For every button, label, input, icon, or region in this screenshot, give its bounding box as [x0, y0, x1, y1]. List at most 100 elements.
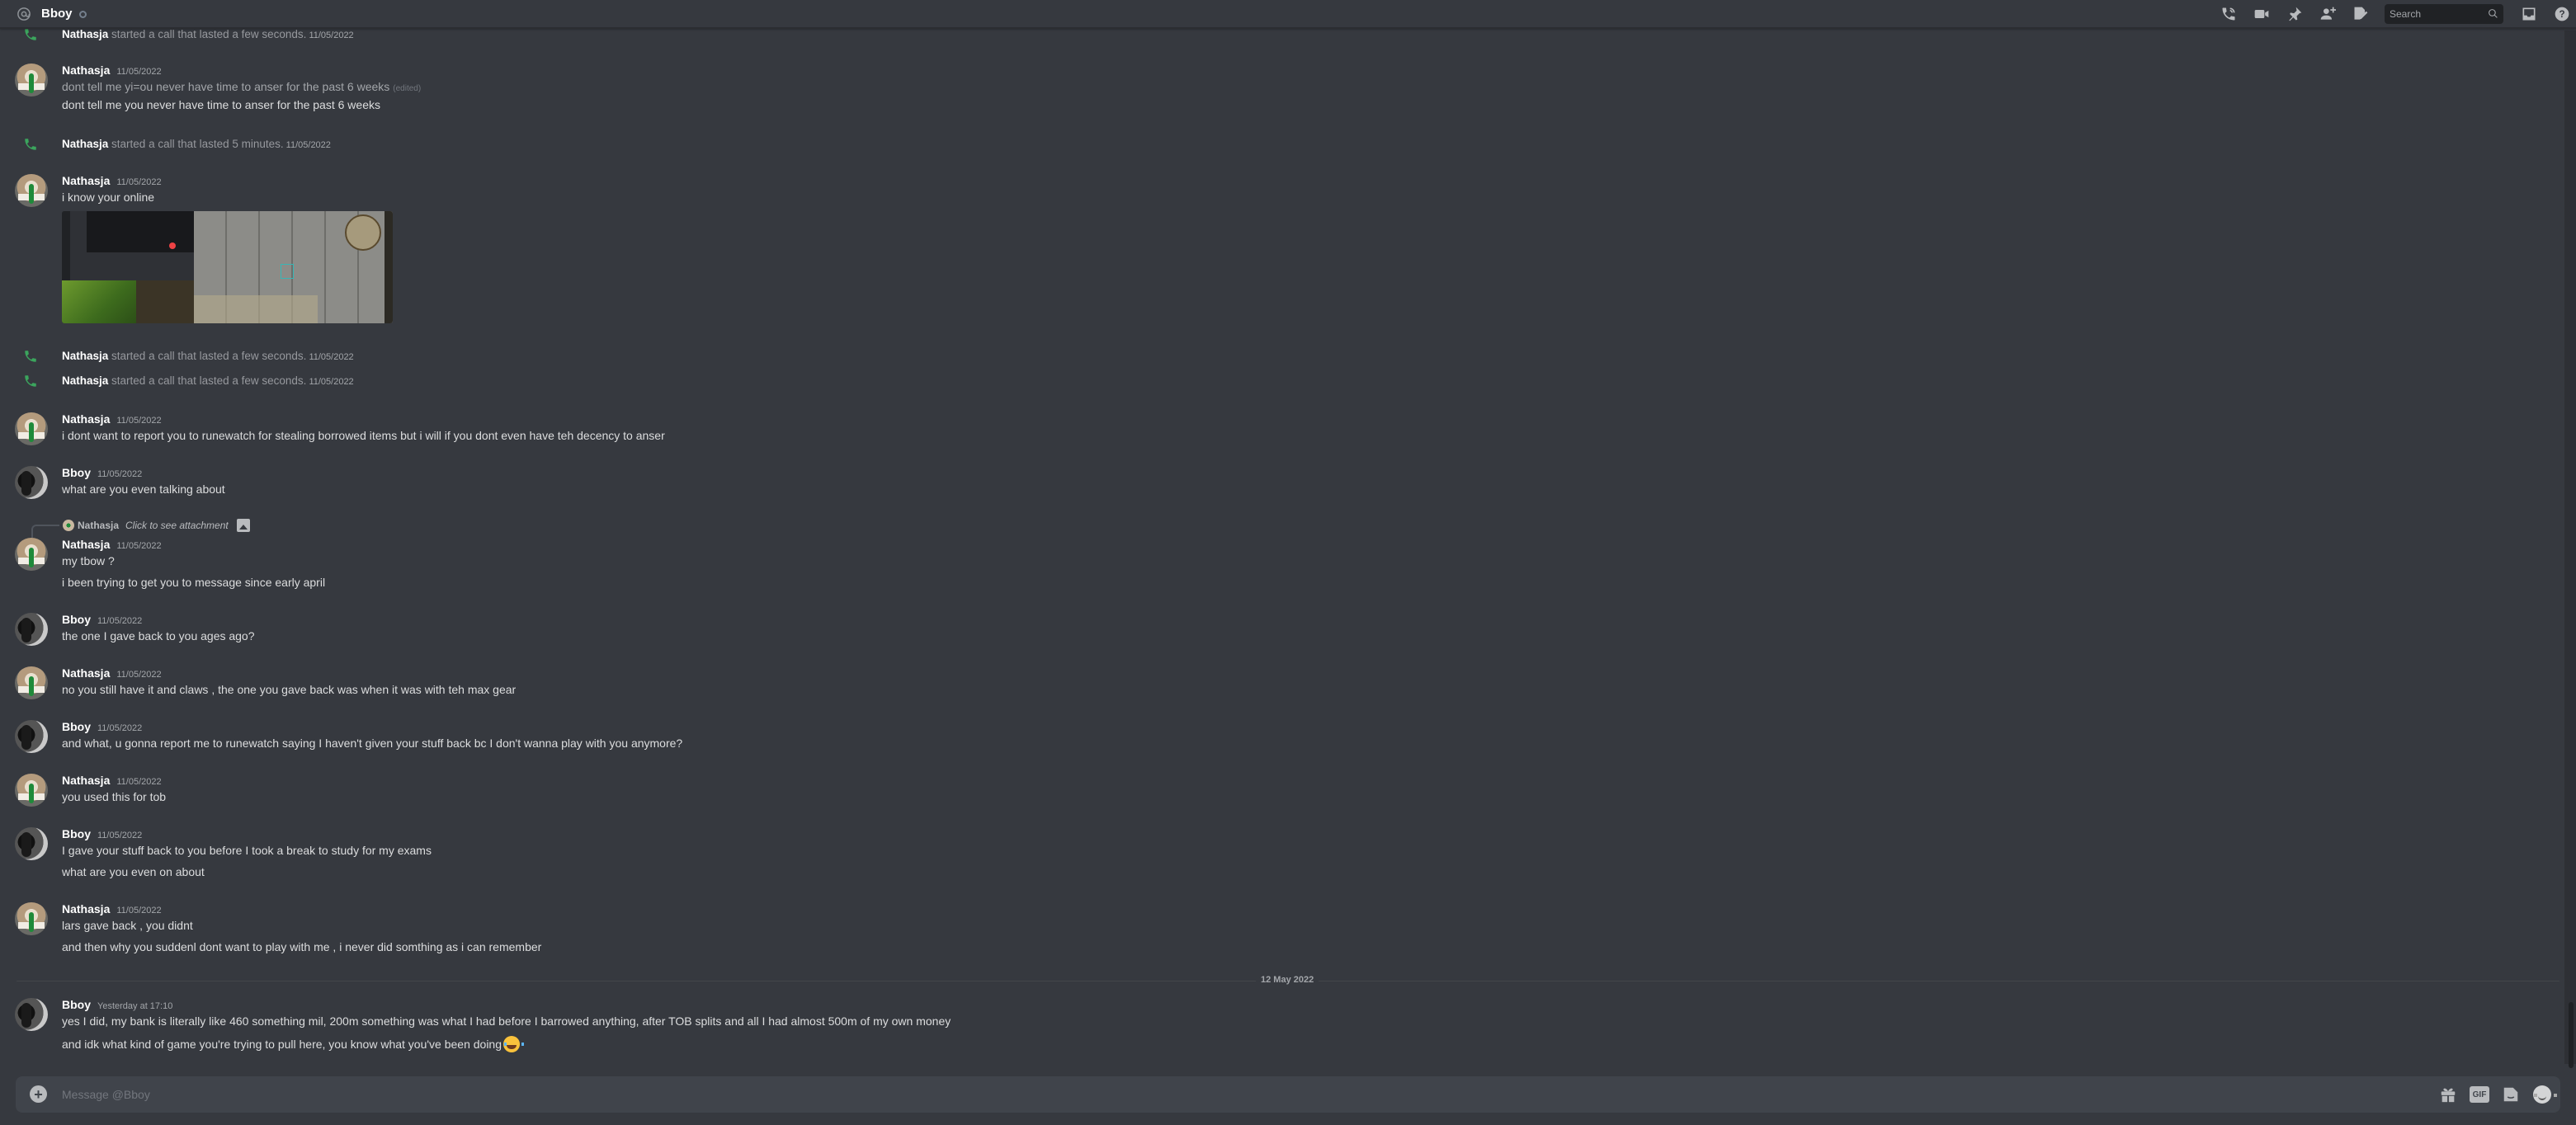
- avatar-nathasja[interactable]: [15, 666, 48, 699]
- message-text: i dont want to report you to runewatch f…: [62, 429, 665, 442]
- message-timestamp: 11/05/2022: [97, 469, 143, 479]
- call-timestamp: 11/05/2022: [309, 31, 354, 40]
- avatar-bboy[interactable]: [15, 827, 48, 860]
- author-name[interactable]: Nathasja: [62, 64, 110, 77]
- message-timestamp: 11/05/2022: [97, 723, 143, 733]
- avatar-nathasja[interactable]: [15, 538, 48, 571]
- message-text: and what, u gonna report me to runewatch…: [62, 737, 683, 750]
- message-text: lars gave back , you didnt: [62, 919, 193, 932]
- message-timestamp: 11/05/2022: [116, 906, 162, 916]
- pinned-messages-icon[interactable]: [2286, 5, 2304, 23]
- svg-text:?: ?: [2559, 9, 2564, 20]
- video-call-icon[interactable]: [2253, 5, 2271, 23]
- message-timestamp: 11/05/2022: [97, 831, 143, 840]
- call-author[interactable]: Nathasja: [62, 29, 108, 40]
- gift-icon[interactable]: [2438, 1085, 2458, 1104]
- attachment-game-screenshot: [194, 211, 393, 323]
- avatar-nathasja[interactable]: [15, 64, 48, 96]
- upload-button[interactable]: +: [30, 1085, 47, 1103]
- avatar-nathasja[interactable]: [15, 902, 48, 935]
- status-offline-icon: [78, 11, 87, 18]
- gif-button[interactable]: GIF: [2470, 1085, 2489, 1104]
- inbox-icon[interactable]: [2520, 5, 2538, 23]
- add-friends-icon[interactable]: [2319, 5, 2337, 23]
- image-attachment[interactable]: [62, 211, 393, 323]
- avatar-nathasja[interactable]: [15, 774, 48, 807]
- date-divider-label: 12 May 2022: [1256, 975, 1319, 985]
- author-name[interactable]: Bboy: [62, 613, 91, 626]
- image-icon: [237, 519, 250, 532]
- search-icon: [2489, 9, 2498, 18]
- author-name[interactable]: Nathasja: [62, 666, 110, 680]
- call-event: Nathasja started a call that lasted a fe…: [0, 373, 2558, 389]
- header-toolbar: Search ?: [2220, 0, 2576, 27]
- avatar-bboy[interactable]: [15, 998, 48, 1031]
- avatar-bboy[interactable]: [15, 613, 48, 646]
- message-text: dont tell me yi=ou never have time to an…: [62, 80, 422, 93]
- avatar-nathasja[interactable]: [15, 174, 48, 207]
- message-text: i know your online: [62, 191, 155, 204]
- message-text: the one I gave back to you ages ago?: [62, 629, 255, 643]
- author-name[interactable]: Nathasja: [62, 174, 110, 187]
- sticker-icon[interactable]: [2501, 1085, 2521, 1104]
- message-text: i been trying to get you to message sinc…: [62, 576, 326, 589]
- phone-icon: [23, 137, 38, 152]
- phone-icon: [23, 29, 38, 42]
- call-author[interactable]: Nathasja: [62, 374, 108, 387]
- message-text: dont tell me you never have time to anse…: [62, 98, 380, 111]
- call-author[interactable]: Nathasja: [62, 350, 108, 362]
- help-icon[interactable]: ?: [2553, 5, 2571, 23]
- author-name[interactable]: Bboy: [62, 998, 91, 1011]
- call-text: started a call that lasted a few seconds…: [111, 350, 307, 362]
- author-name[interactable]: Nathasja: [62, 412, 110, 426]
- message-timestamp: 11/05/2022: [116, 777, 162, 787]
- author-name[interactable]: Nathasja: [62, 902, 110, 916]
- phone-icon: [23, 349, 38, 364]
- scrollbar-thumb[interactable]: [2569, 1002, 2574, 1068]
- reply-reference[interactable]: Nathasja Click to see attachment: [0, 519, 2558, 538]
- call-text: started a call that lasted 5 minutes.: [111, 138, 284, 150]
- search-placeholder: Search: [2390, 7, 2422, 20]
- author-name[interactable]: Bboy: [62, 827, 91, 840]
- reply-author[interactable]: Nathasja: [78, 520, 119, 531]
- avatar-nathasja[interactable]: [15, 412, 48, 445]
- avatar-bboy[interactable]: [15, 720, 48, 753]
- message-timestamp: 11/05/2022: [116, 416, 162, 426]
- reply-avatar: [63, 520, 74, 531]
- call-timestamp: 11/05/2022: [285, 140, 331, 150]
- call-author[interactable]: Nathasja: [62, 138, 108, 150]
- message-text: and idk what kind of game you're trying …: [62, 1036, 525, 1052]
- message-text: I gave your stuff back to you before I t…: [62, 844, 432, 857]
- search-input[interactable]: Search: [2385, 3, 2503, 24]
- author-name[interactable]: Nathasja: [62, 774, 110, 787]
- message-timestamp: 11/05/2022: [116, 670, 162, 680]
- attachment-discord-screenshot: [62, 211, 194, 323]
- message-list[interactable]: Nathasja started a call that lasted a fe…: [0, 29, 2564, 1064]
- voice-call-icon[interactable]: [2220, 5, 2238, 23]
- joy-emoji-icon: [503, 1036, 525, 1052]
- call-event: Nathasja started a call that lasted 5 mi…: [0, 136, 2558, 153]
- edited-label: (edited): [393, 84, 422, 93]
- call-text: started a call that lasted a few seconds…: [111, 374, 307, 387]
- author-name[interactable]: Bboy: [62, 466, 91, 479]
- phone-icon: [23, 374, 38, 388]
- message-input[interactable]: [62, 1083, 2430, 1106]
- call-timestamp: 11/05/2022: [309, 377, 354, 387]
- message-text: what are you even talking about: [62, 482, 225, 496]
- author-name[interactable]: Nathasja: [62, 538, 110, 551]
- scrollbar[interactable]: [2564, 31, 2576, 1064]
- message-text: and then why you suddenl dont want to pl…: [62, 940, 542, 953]
- message-timestamp: 11/05/2022: [116, 177, 162, 187]
- message-text: no you still have it and claws , the one…: [62, 683, 517, 696]
- call-event: Nathasja started a call that lasted a fe…: [0, 348, 2558, 365]
- call-timestamp: 11/05/2022: [309, 352, 354, 362]
- message-timestamp: 11/05/2022: [97, 616, 143, 626]
- message-text: my tbow ?: [62, 554, 115, 567]
- author-name[interactable]: Bboy: [62, 720, 91, 733]
- message-composer: + GIF: [16, 1076, 2560, 1113]
- emoji-icon[interactable]: [2532, 1085, 2557, 1104]
- reply-text[interactable]: Click to see attachment: [125, 520, 229, 531]
- avatar-bboy[interactable]: [15, 466, 48, 499]
- at-sign-icon: [16, 6, 32, 22]
- notes-icon[interactable]: [2352, 5, 2370, 23]
